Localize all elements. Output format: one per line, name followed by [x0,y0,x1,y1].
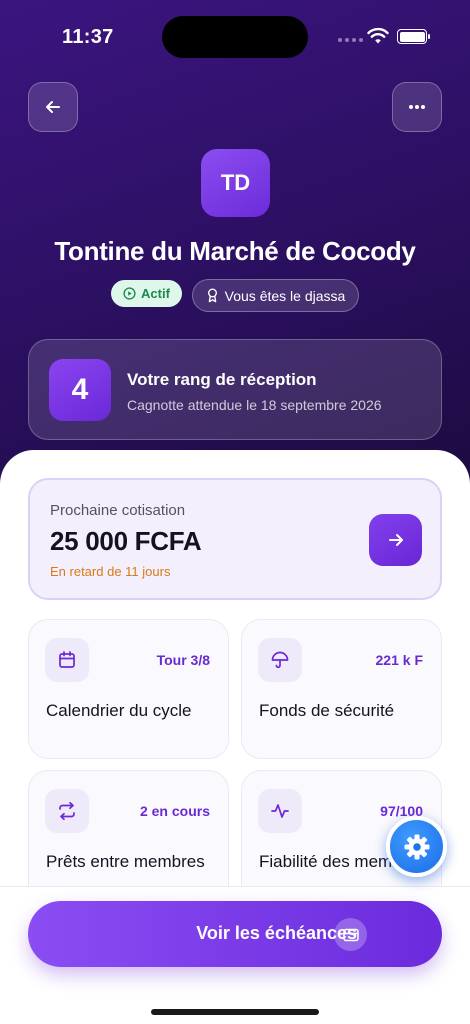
tile-title: Fonds de sécurité [259,701,395,720]
pay-contribution-button[interactable] [369,514,422,566]
play-circle-icon [123,287,136,300]
more-horizontal-icon [409,105,425,109]
group-name: Tontine du Marché de Cocody [54,236,416,266]
status-badge-label: Actif [141,286,170,301]
more-options-button[interactable] [392,82,442,132]
calendar-icon [59,651,75,668]
tile-cycle-calendar[interactable]: Tour 3/8 Calendrier du cycle [28,619,229,759]
back-button[interactable] [28,82,78,132]
status-bar: 11:37 [0,0,470,70]
tile-title: Calendrier du cycle [46,701,192,720]
next-contribution-card[interactable]: Prochaine cotisation 25 000 FCFA En reta… [28,478,442,600]
view-schedule-label: Voir les échéances [196,923,357,943]
rank-title: Votre rang de réception [127,370,317,389]
tile-metric: 2 en cours [139,803,210,819]
status-time: 11:37 [62,26,114,48]
arrow-left-icon [46,101,60,113]
rank-subtitle: Cagnotte attendue le 18 septembre 2026 [127,397,382,413]
umbrella-icon [271,651,289,669]
home-indicator[interactable] [151,1009,319,1015]
dynamic-island [162,16,308,58]
settings-fab[interactable] [386,816,447,877]
tile-title: Prêts entre membres [46,852,205,871]
status-badge: Actif [111,280,182,307]
battery-icon [397,29,430,44]
view-schedule-button[interactable]: Voir les échéances [28,901,442,967]
signal-dots-icon [338,38,363,42]
role-badge: Vous êtes le djassa [192,279,359,312]
group-avatar: TD [201,149,270,217]
role-badge-label: Vous êtes le djassa [224,287,346,304]
next-contribution-label: Prochaine cotisation [50,502,186,519]
gear-icon [404,834,429,859]
tile-metric: 221 k F [375,652,423,668]
rank-number: 4 [49,359,111,421]
repeat-icon [59,801,75,821]
activity-icon [271,804,289,818]
credit-card-icon [342,928,359,941]
tile-security-fund[interactable]: 221 k F Fonds de sécurité [241,619,442,759]
arrow-right-icon [388,534,403,546]
tile-metric: Tour 3/8 [156,652,210,668]
next-contribution-amount: 25 000 FCFA [50,526,202,556]
wifi-icon [367,27,389,44]
award-icon [207,288,217,303]
late-status: En retard de 11 jours [50,564,171,579]
rank-card: 4 Votre rang de réception Cagnotte atten… [28,339,442,440]
